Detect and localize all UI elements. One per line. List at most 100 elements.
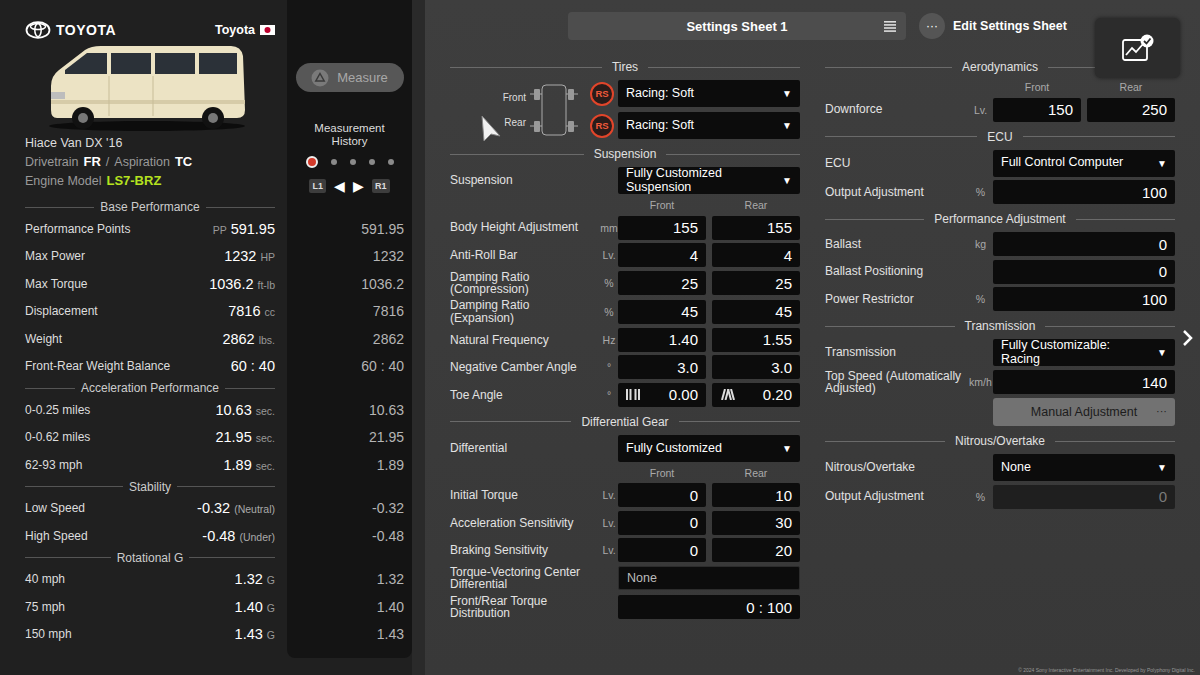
rear-value-field[interactable]: 250 <box>1087 98 1175 122</box>
history-value: 1232 <box>287 243 412 271</box>
setting-unit: % <box>600 306 618 318</box>
setting-select[interactable]: Full Control Computer▼ <box>993 150 1175 177</box>
setting-label: Torque-Vectoring Center Differential <box>450 566 600 591</box>
front-value-field[interactable]: 1.40 <box>618 328 706 352</box>
rear-value-field[interactable]: 4 <box>712 243 800 267</box>
front-value-field[interactable]: 25 <box>618 271 706 295</box>
section-header: Performance Adjustment <box>825 210 1175 228</box>
section-header: Nitrous/Overtake <box>825 432 1175 450</box>
history-slot[interactable] <box>350 159 356 165</box>
front-value-field[interactable]: 150 <box>993 98 1081 122</box>
column-header: Front <box>993 81 1081 93</box>
section-header: Transmission <box>825 317 1175 335</box>
tire-select[interactable]: Racing: Soft▼ <box>618 112 800 139</box>
setting-label: Ballast Positioning <box>825 265 968 278</box>
cursor-icon <box>480 114 502 142</box>
setting-row: Manual Adjustment··· <box>825 398 1175 426</box>
front-value-field[interactable]: 4 <box>618 243 706 267</box>
history-controls: L1 ◀ ▶ R1 <box>309 178 389 194</box>
measurement-panel: Measure Measurement History L1 ◀ ▶ R1 <box>287 0 412 199</box>
front-value-field[interactable]: 45 <box>618 300 706 324</box>
setting-label: Transmission <box>825 346 968 359</box>
performance-row: Performance PointsPP591.95591.95 <box>0 215 412 243</box>
front-value-field[interactable]: 155 <box>618 216 706 240</box>
history-control[interactable]: ▶ <box>353 178 364 194</box>
section-header: Tires <box>450 58 800 76</box>
front-value-field[interactable]: 0 <box>618 483 706 507</box>
rear-value-field[interactable]: 30 <box>712 511 800 535</box>
tire-row: RSRacing: Soft▼ <box>590 112 800 139</box>
value-field[interactable]: 140 <box>993 370 1175 394</box>
measurement-history-title: Measurement History <box>305 122 395 148</box>
chevron-right-icon[interactable] <box>1182 329 1194 347</box>
setting-select[interactable]: None▼ <box>993 454 1175 481</box>
value-field[interactable]: 0 <box>993 232 1175 256</box>
edit-settings-sheet-button[interactable]: ···Edit Settings Sheet <box>919 13 1067 39</box>
value-field[interactable]: 100 <box>993 287 1175 311</box>
setting-row: Damping Ratio (Compression)%2525 <box>450 271 800 296</box>
chart-check-icon <box>1121 34 1155 62</box>
history-value: 591.95 <box>287 215 412 243</box>
setting-row: Ballast Positioning 0 <box>825 260 1175 284</box>
rear-value-field[interactable]: 10 <box>712 483 800 507</box>
history-control[interactable]: ◀ <box>334 178 345 194</box>
manual-adjustment-button[interactable]: Manual Adjustment··· <box>993 398 1175 426</box>
setting-unit: km/h <box>968 376 993 388</box>
history-slot[interactable] <box>306 156 318 168</box>
front-value-field[interactable]: 3.0 <box>618 355 706 379</box>
car-image <box>45 40 250 132</box>
group-header: Rotational G <box>25 550 275 566</box>
triangle-button-icon <box>311 69 329 87</box>
settings-sheet-select[interactable]: Settings Sheet 1 <box>568 12 906 40</box>
front-toe-field[interactable]: 0.00 <box>618 383 706 407</box>
rear-value-field[interactable]: 25 <box>712 271 800 295</box>
performance-row: 0-0.62 miles21.95sec.21.95 <box>0 424 412 452</box>
setting-row: Torque-Vectoring Center DifferentialNone <box>450 566 800 591</box>
setting-select[interactable]: Fully Customized▼ <box>618 435 800 462</box>
rear-value-field[interactable]: 155 <box>712 216 800 240</box>
settings-section: Differential GearDifferentialFully Custo… <box>450 413 800 620</box>
section-header: Suspension <box>450 145 800 163</box>
rear-value-field[interactable]: 1.55 <box>712 328 800 352</box>
history-slot[interactable] <box>388 159 394 165</box>
value-field[interactable]: 0 <box>993 260 1175 284</box>
setting-unit: % <box>968 186 993 198</box>
history-value: 1.40 <box>287 593 412 621</box>
performance-chart-button[interactable] <box>1095 18 1180 78</box>
value-field[interactable]: 100 <box>993 180 1175 204</box>
history-slot[interactable] <box>331 159 337 165</box>
tuning-screen: TOYOTAToyotaHiace Van DX '16DrivetrainFR… <box>0 0 1200 675</box>
toe-parallel-icon <box>626 389 640 400</box>
history-slot[interactable] <box>369 159 375 165</box>
rear-toe-field[interactable]: 0.20 <box>712 383 800 407</box>
setting-label: Negative Camber Angle <box>450 361 600 374</box>
performance-row: 150 mph1.43G1.43 <box>0 621 412 649</box>
history-value: 10.63 <box>287 396 412 424</box>
front-value-field[interactable]: 0 <box>618 538 706 562</box>
tire-select[interactable]: Racing: Soft▼ <box>618 80 800 107</box>
measure-button[interactable]: Measure <box>296 63 404 92</box>
rear-value-field[interactable]: 3.0 <box>712 355 800 379</box>
tire-badge: RS <box>590 114 614 138</box>
setting-unit: kg <box>968 238 993 250</box>
setting-label: Nitrous/Overtake <box>825 461 968 474</box>
rear-value-field[interactable]: 20 <box>712 538 800 562</box>
performance-row: 75 mph1.40G1.40 <box>0 593 412 621</box>
setting-unit: Lv. <box>600 544 618 556</box>
front-value-field[interactable]: 0 <box>618 511 706 535</box>
setting-label: Downforce <box>825 103 968 116</box>
brand-logo: TOYOTA <box>25 21 116 39</box>
setting-unit: Lv. <box>600 517 618 529</box>
setting-unit: Lv. <box>600 489 618 501</box>
history-control[interactable]: R1 <box>372 179 390 193</box>
history-control[interactable]: L1 <box>309 179 326 193</box>
history-value: -0.32 <box>287 495 412 523</box>
history-value: 60 : 40 <box>287 353 412 381</box>
setting-label: Top Speed (Automatically Adjusted) <box>825 370 968 395</box>
setting-select[interactable]: Fully Customized Suspension▼ <box>618 167 800 194</box>
setting-select[interactable]: Fully Customizable: Racing▼ <box>993 339 1175 366</box>
car-info: TOYOTAToyotaHiace Van DX '16DrivetrainFR… <box>0 0 287 199</box>
value-field[interactable]: 0 : 100 <box>618 595 800 619</box>
rear-value-field[interactable]: 45 <box>712 300 800 324</box>
history-value: 2862 <box>287 325 412 353</box>
